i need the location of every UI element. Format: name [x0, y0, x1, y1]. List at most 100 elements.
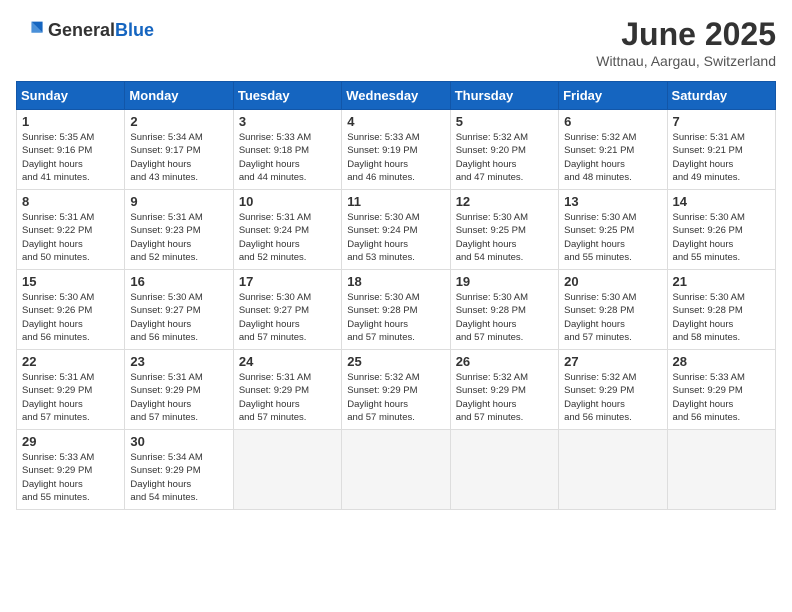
day-info: Sunrise: 5:32 AM Sunset: 9:29 PM Dayligh… [456, 371, 553, 424]
table-cell: 11 Sunrise: 5:30 AM Sunset: 9:24 PM Dayl… [342, 190, 450, 270]
table-cell: 19 Sunrise: 5:30 AM Sunset: 9:28 PM Dayl… [450, 270, 558, 350]
title-area: June 2025 Wittnau, Aargau, Switzerland [596, 16, 776, 69]
day-info: Sunrise: 5:31 AM Sunset: 9:29 PM Dayligh… [130, 371, 227, 424]
day-number: 29 [22, 434, 119, 449]
day-info: Sunrise: 5:34 AM Sunset: 9:29 PM Dayligh… [130, 451, 227, 504]
table-cell: 25 Sunrise: 5:32 AM Sunset: 9:29 PM Dayl… [342, 350, 450, 430]
day-info: Sunrise: 5:30 AM Sunset: 9:26 PM Dayligh… [673, 211, 770, 264]
day-info: Sunrise: 5:30 AM Sunset: 9:27 PM Dayligh… [239, 291, 336, 344]
day-info: Sunrise: 5:31 AM Sunset: 9:22 PM Dayligh… [22, 211, 119, 264]
day-info: Sunrise: 5:30 AM Sunset: 9:26 PM Dayligh… [22, 291, 119, 344]
logo-general: General [48, 20, 115, 40]
day-info: Sunrise: 5:31 AM Sunset: 9:29 PM Dayligh… [22, 371, 119, 424]
table-cell [342, 430, 450, 510]
day-number: 8 [22, 194, 119, 209]
day-info: Sunrise: 5:35 AM Sunset: 9:16 PM Dayligh… [22, 131, 119, 184]
calendar-table: Sunday Monday Tuesday Wednesday Thursday… [16, 81, 776, 510]
day-number: 9 [130, 194, 227, 209]
table-cell [667, 430, 775, 510]
day-number: 18 [347, 274, 444, 289]
day-number: 22 [22, 354, 119, 369]
day-info: Sunrise: 5:31 AM Sunset: 9:23 PM Dayligh… [130, 211, 227, 264]
weekday-header-row: Sunday Monday Tuesday Wednesday Thursday… [17, 82, 776, 110]
table-cell: 15 Sunrise: 5:30 AM Sunset: 9:26 PM Dayl… [17, 270, 125, 350]
table-cell: 1 Sunrise: 5:35 AM Sunset: 9:16 PM Dayli… [17, 110, 125, 190]
day-number: 1 [22, 114, 119, 129]
table-cell: 23 Sunrise: 5:31 AM Sunset: 9:29 PM Dayl… [125, 350, 233, 430]
day-info: Sunrise: 5:31 AM Sunset: 9:29 PM Dayligh… [239, 371, 336, 424]
day-info: Sunrise: 5:30 AM Sunset: 9:27 PM Dayligh… [130, 291, 227, 344]
day-number: 21 [673, 274, 770, 289]
day-number: 4 [347, 114, 444, 129]
day-number: 11 [347, 194, 444, 209]
day-number: 6 [564, 114, 661, 129]
logo-icon [16, 16, 44, 44]
calendar-week-row: 15 Sunrise: 5:30 AM Sunset: 9:26 PM Dayl… [17, 270, 776, 350]
day-info: Sunrise: 5:30 AM Sunset: 9:28 PM Dayligh… [347, 291, 444, 344]
day-number: 12 [456, 194, 553, 209]
day-number: 5 [456, 114, 553, 129]
day-info: Sunrise: 5:31 AM Sunset: 9:21 PM Dayligh… [673, 131, 770, 184]
calendar-week-row: 22 Sunrise: 5:31 AM Sunset: 9:29 PM Dayl… [17, 350, 776, 430]
table-cell: 3 Sunrise: 5:33 AM Sunset: 9:18 PM Dayli… [233, 110, 341, 190]
day-number: 25 [347, 354, 444, 369]
day-info: Sunrise: 5:30 AM Sunset: 9:25 PM Dayligh… [456, 211, 553, 264]
day-number: 28 [673, 354, 770, 369]
day-number: 27 [564, 354, 661, 369]
day-number: 17 [239, 274, 336, 289]
table-cell [559, 430, 667, 510]
day-number: 19 [456, 274, 553, 289]
day-number: 7 [673, 114, 770, 129]
day-info: Sunrise: 5:33 AM Sunset: 9:29 PM Dayligh… [673, 371, 770, 424]
day-number: 15 [22, 274, 119, 289]
header-tuesday: Tuesday [233, 82, 341, 110]
table-cell: 22 Sunrise: 5:31 AM Sunset: 9:29 PM Dayl… [17, 350, 125, 430]
day-info: Sunrise: 5:30 AM Sunset: 9:28 PM Dayligh… [456, 291, 553, 344]
header-friday: Friday [559, 82, 667, 110]
day-info: Sunrise: 5:30 AM Sunset: 9:28 PM Dayligh… [564, 291, 661, 344]
table-cell: 14 Sunrise: 5:30 AM Sunset: 9:26 PM Dayl… [667, 190, 775, 270]
table-cell: 10 Sunrise: 5:31 AM Sunset: 9:24 PM Dayl… [233, 190, 341, 270]
day-number: 2 [130, 114, 227, 129]
table-cell: 9 Sunrise: 5:31 AM Sunset: 9:23 PM Dayli… [125, 190, 233, 270]
day-number: 14 [673, 194, 770, 209]
table-cell: 24 Sunrise: 5:31 AM Sunset: 9:29 PM Dayl… [233, 350, 341, 430]
table-cell: 4 Sunrise: 5:33 AM Sunset: 9:19 PM Dayli… [342, 110, 450, 190]
table-cell: 5 Sunrise: 5:32 AM Sunset: 9:20 PM Dayli… [450, 110, 558, 190]
header-monday: Monday [125, 82, 233, 110]
day-info: Sunrise: 5:31 AM Sunset: 9:24 PM Dayligh… [239, 211, 336, 264]
day-info: Sunrise: 5:30 AM Sunset: 9:25 PM Dayligh… [564, 211, 661, 264]
calendar-title: June 2025 [596, 16, 776, 53]
calendar-week-row: 29 Sunrise: 5:33 AM Sunset: 9:29 PM Dayl… [17, 430, 776, 510]
day-info: Sunrise: 5:30 AM Sunset: 9:24 PM Dayligh… [347, 211, 444, 264]
table-cell: 28 Sunrise: 5:33 AM Sunset: 9:29 PM Dayl… [667, 350, 775, 430]
day-info: Sunrise: 5:33 AM Sunset: 9:29 PM Dayligh… [22, 451, 119, 504]
table-cell: 17 Sunrise: 5:30 AM Sunset: 9:27 PM Dayl… [233, 270, 341, 350]
day-info: Sunrise: 5:33 AM Sunset: 9:19 PM Dayligh… [347, 131, 444, 184]
table-cell: 6 Sunrise: 5:32 AM Sunset: 9:21 PM Dayli… [559, 110, 667, 190]
logo: GeneralBlue [16, 16, 154, 44]
header-wednesday: Wednesday [342, 82, 450, 110]
logo-blue: Blue [115, 20, 154, 40]
header: GeneralBlue June 2025 Wittnau, Aargau, S… [16, 16, 776, 69]
table-cell: 27 Sunrise: 5:32 AM Sunset: 9:29 PM Dayl… [559, 350, 667, 430]
day-info: Sunrise: 5:32 AM Sunset: 9:29 PM Dayligh… [347, 371, 444, 424]
table-cell: 30 Sunrise: 5:34 AM Sunset: 9:29 PM Dayl… [125, 430, 233, 510]
logo-text: GeneralBlue [48, 20, 154, 41]
table-cell: 7 Sunrise: 5:31 AM Sunset: 9:21 PM Dayli… [667, 110, 775, 190]
table-cell: 18 Sunrise: 5:30 AM Sunset: 9:28 PM Dayl… [342, 270, 450, 350]
day-number: 24 [239, 354, 336, 369]
table-cell: 20 Sunrise: 5:30 AM Sunset: 9:28 PM Dayl… [559, 270, 667, 350]
day-number: 30 [130, 434, 227, 449]
day-info: Sunrise: 5:30 AM Sunset: 9:28 PM Dayligh… [673, 291, 770, 344]
table-cell: 13 Sunrise: 5:30 AM Sunset: 9:25 PM Dayl… [559, 190, 667, 270]
day-info: Sunrise: 5:32 AM Sunset: 9:29 PM Dayligh… [564, 371, 661, 424]
table-cell: 21 Sunrise: 5:30 AM Sunset: 9:28 PM Dayl… [667, 270, 775, 350]
page-container: GeneralBlue June 2025 Wittnau, Aargau, S… [16, 16, 776, 510]
day-number: 23 [130, 354, 227, 369]
table-cell [450, 430, 558, 510]
header-saturday: Saturday [667, 82, 775, 110]
header-thursday: Thursday [450, 82, 558, 110]
calendar-subtitle: Wittnau, Aargau, Switzerland [596, 53, 776, 69]
day-number: 26 [456, 354, 553, 369]
